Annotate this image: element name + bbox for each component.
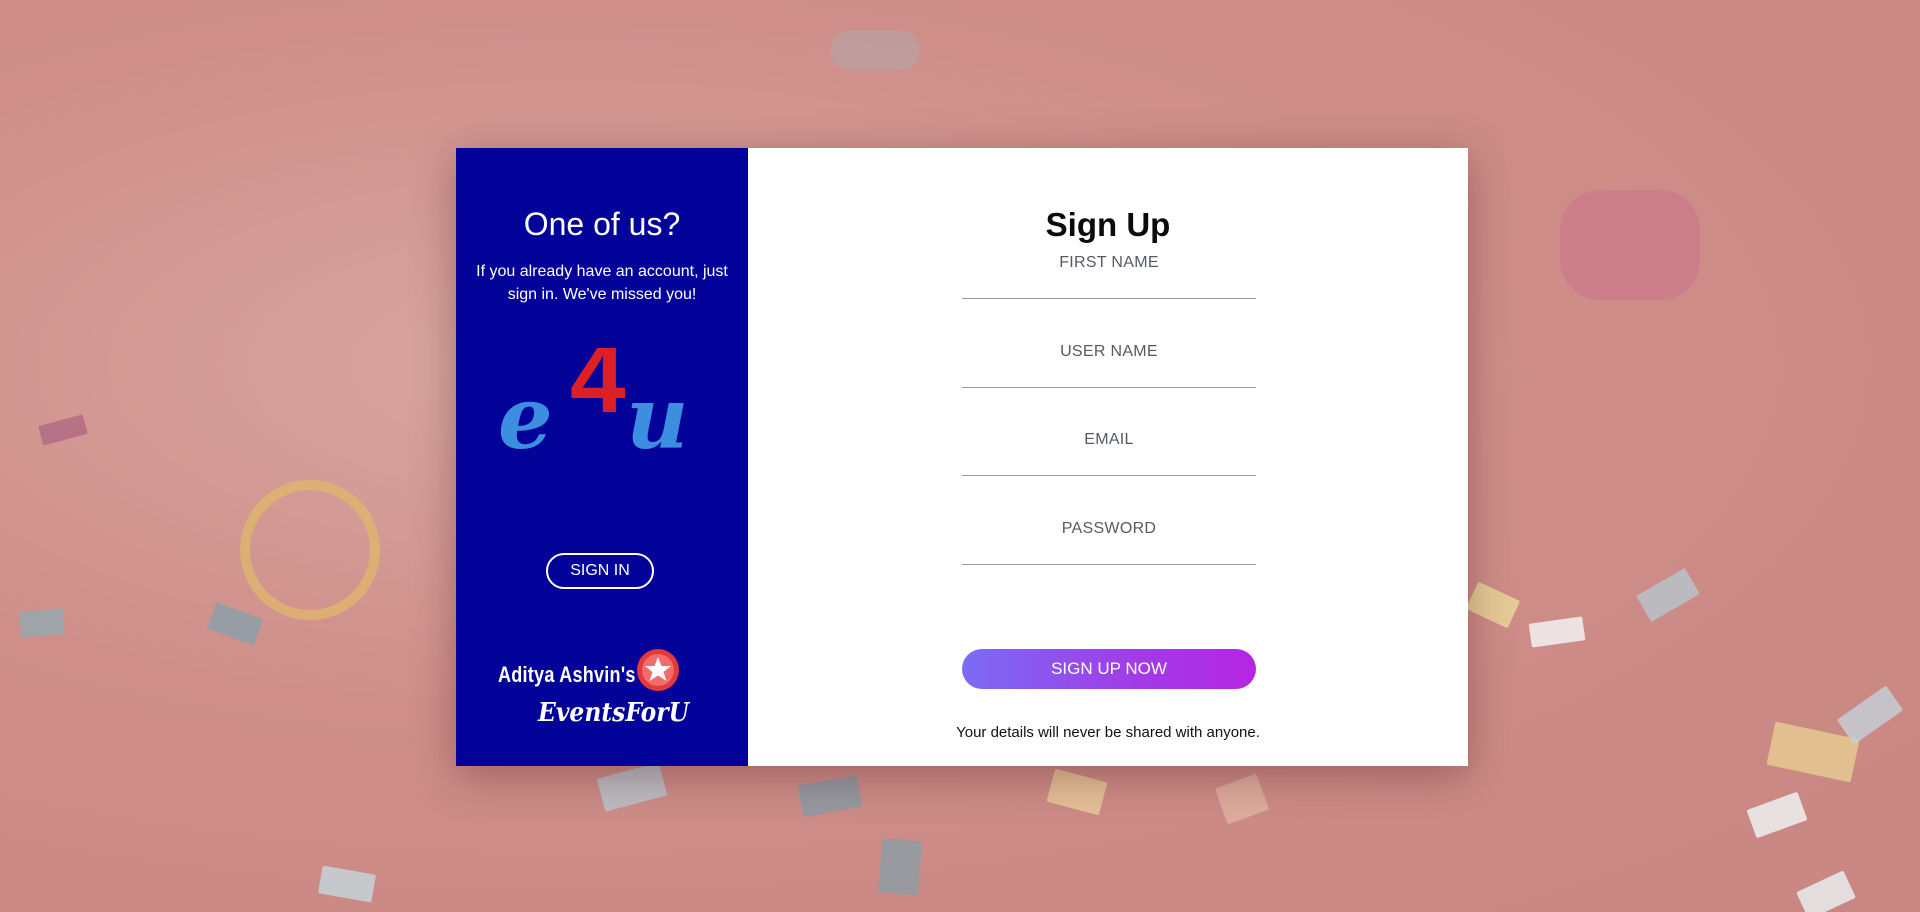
- user-name-field: [962, 328, 1256, 388]
- confetti-piece: [1214, 773, 1270, 825]
- svg-text:e: e: [498, 368, 553, 458]
- user-name-input[interactable]: [962, 330, 1256, 374]
- auth-card: One of us? If you already have an accoun…: [456, 148, 1468, 766]
- signup-panel: Sign Up SIGN UP NOW Your details will ne…: [748, 148, 1468, 766]
- brand-owner-text: Aditya Ashvin's: [498, 662, 636, 687]
- password-input[interactable]: [962, 507, 1256, 551]
- email-field: [962, 416, 1256, 476]
- confetti-piece: [38, 414, 88, 446]
- confetti-piece: [1796, 870, 1856, 912]
- ribbon-curl: [240, 480, 380, 620]
- confetti-piece: [1560, 190, 1700, 300]
- svg-text:4: 4: [570, 348, 626, 434]
- confetti-piece: [1636, 568, 1700, 622]
- confetti-piece: [18, 608, 66, 638]
- confetti-piece: [596, 762, 668, 812]
- first-name-input[interactable]: [962, 241, 1256, 285]
- star-icon: [636, 648, 680, 692]
- signin-panel: One of us? If you already have an accoun…: [456, 148, 748, 766]
- password-field: [962, 505, 1256, 565]
- sign-in-button[interactable]: SIGN IN: [546, 553, 654, 589]
- confetti-piece: [206, 602, 264, 646]
- first-name-field: [962, 239, 1256, 299]
- signin-subtitle: If you already have an account, just sig…: [476, 263, 728, 303]
- e4u-logo: e 4 u: [498, 322, 708, 469]
- confetti-piece: [797, 775, 863, 817]
- confetti-piece: [830, 30, 920, 70]
- confetti-piece: [1046, 768, 1108, 816]
- sign-up-button[interactable]: SIGN UP NOW: [962, 649, 1256, 689]
- email-input[interactable]: [962, 418, 1256, 462]
- brand-name-text: EventsForU: [538, 698, 690, 728]
- confetti-piece: [1465, 581, 1521, 629]
- confetti-piece: [1836, 685, 1904, 745]
- confetti-piece: [1746, 791, 1808, 839]
- svg-text:u: u: [626, 368, 689, 458]
- confetti-piece: [317, 865, 377, 903]
- signin-heading: One of us?: [523, 206, 681, 242]
- confetti-piece: [877, 838, 923, 896]
- brand-logo: Aditya Ashvin's EventsForU: [496, 648, 716, 738]
- confetti-piece: [1528, 616, 1586, 648]
- privacy-note: Your details will never be shared with a…: [956, 724, 1260, 741]
